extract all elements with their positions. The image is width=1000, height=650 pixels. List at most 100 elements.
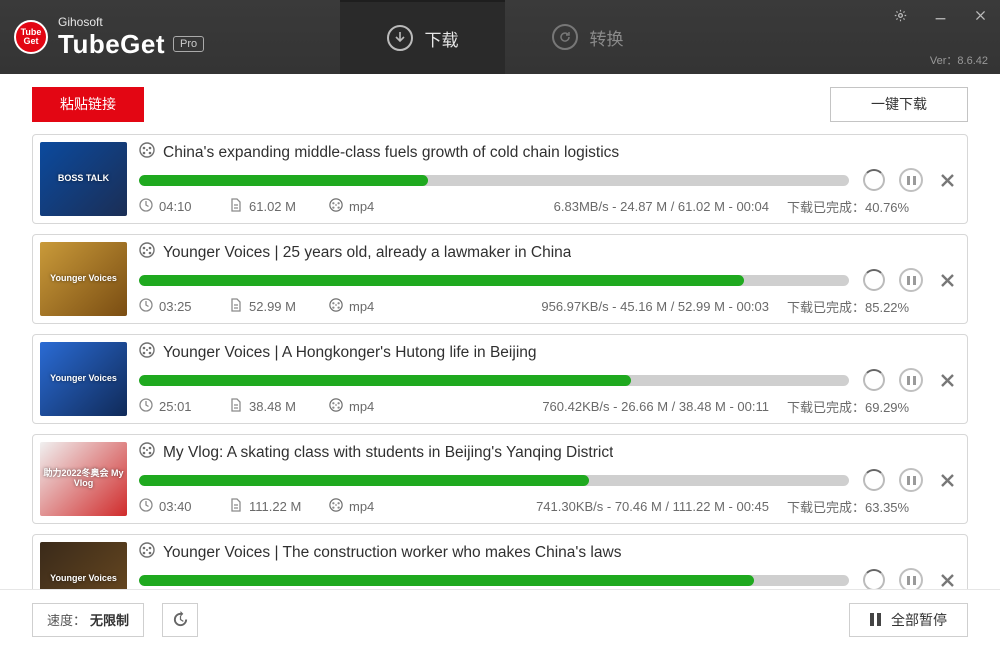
remove-item-button[interactable] bbox=[937, 270, 957, 290]
pause-all-button[interactable]: 全部暂停 bbox=[849, 603, 968, 637]
paste-link-button[interactable]: 粘贴链接 bbox=[32, 87, 144, 122]
video-title: Younger Voices | A Hongkonger's Hutong l… bbox=[163, 344, 537, 362]
video-title: Younger Voices | 25 years old, already a… bbox=[163, 244, 571, 262]
pause-item-button[interactable] bbox=[899, 468, 923, 492]
transfer-stats: 741.30KB/s - 70.46 M / 111.22 M - 00:45 bbox=[409, 499, 787, 514]
file-icon bbox=[229, 298, 243, 315]
progress-bar bbox=[139, 475, 849, 486]
file-size: 52.99 M bbox=[249, 299, 296, 314]
duration: 04:10 bbox=[159, 199, 192, 214]
progress-bar bbox=[139, 575, 849, 586]
clock-icon bbox=[139, 298, 153, 315]
settings-button[interactable] bbox=[880, 0, 920, 30]
video-thumbnail[interactable]: Younger Voices bbox=[40, 242, 127, 316]
progress-bar bbox=[139, 375, 849, 386]
tab-download-label: 下载 bbox=[425, 26, 459, 51]
pro-badge: Pro bbox=[173, 36, 204, 52]
video-thumbnail[interactable]: BOSS TALK bbox=[40, 142, 127, 216]
transfer-stats: 6.83MB/s - 24.87 M / 61.02 M - 00:04 bbox=[409, 199, 787, 214]
toolbar: 粘贴链接 一键下载 bbox=[0, 74, 1000, 134]
pause-item-button[interactable] bbox=[899, 268, 923, 292]
video-title: Younger Voices | The construction worker… bbox=[163, 544, 621, 562]
close-window-button[interactable] bbox=[960, 0, 1000, 30]
brand-subtitle: Gihosoft bbox=[58, 15, 204, 29]
loading-spinner-icon bbox=[863, 469, 885, 491]
download-icon bbox=[387, 25, 413, 51]
clock-icon bbox=[139, 198, 153, 215]
version-label: Ver：8.6.42 bbox=[930, 52, 988, 68]
loading-spinner-icon bbox=[863, 369, 885, 391]
download-status: 下载已完成：40.76% bbox=[787, 197, 957, 216]
brand-block: TubeGet Gihosoft TubeGet Pro bbox=[0, 0, 340, 74]
pause-icon bbox=[870, 613, 881, 626]
one-click-download-button[interactable]: 一键下载 bbox=[830, 87, 968, 122]
tab-download[interactable]: 下载 bbox=[340, 0, 505, 74]
film-reel-icon bbox=[139, 542, 155, 563]
file-format: mp4 bbox=[349, 499, 374, 514]
file-format: mp4 bbox=[349, 199, 374, 214]
speed-value: 无限制 bbox=[90, 610, 129, 629]
loading-spinner-icon bbox=[863, 569, 885, 589]
pause-item-button[interactable] bbox=[899, 568, 923, 589]
video-title: My Vlog: A skating class with students i… bbox=[163, 444, 613, 462]
pause-all-label: 全部暂停 bbox=[891, 610, 947, 630]
file-format: mp4 bbox=[349, 399, 374, 414]
download-item: Younger Voices Younger Voices | The const… bbox=[32, 534, 968, 589]
video-title: China's expanding middle-class fuels gro… bbox=[163, 144, 619, 162]
download-item: 助力2022冬奥会 My Vlog My Vlog: A skating clas… bbox=[32, 434, 968, 524]
footer: 速度： 无限制 全部暂停 bbox=[0, 589, 1000, 649]
film-reel-icon bbox=[329, 398, 343, 415]
minimize-button[interactable] bbox=[920, 0, 960, 30]
progress-bar bbox=[139, 175, 849, 186]
download-item: Younger Voices Younger Voices | A Hongkon… bbox=[32, 334, 968, 424]
video-thumbnail[interactable]: Younger Voices bbox=[40, 342, 127, 416]
duration: 03:40 bbox=[159, 499, 192, 514]
film-reel-icon bbox=[329, 498, 343, 515]
refresh-icon bbox=[552, 24, 578, 50]
video-thumbnail[interactable]: 助力2022冬奥会 My Vlog bbox=[40, 442, 127, 516]
download-status: 下载已完成：69.29% bbox=[787, 397, 957, 416]
speed-label: 速度： bbox=[47, 610, 86, 629]
progress-bar bbox=[139, 275, 849, 286]
download-status: 下载已完成：63.35% bbox=[787, 497, 957, 516]
remove-item-button[interactable] bbox=[937, 170, 957, 190]
remove-item-button[interactable] bbox=[937, 570, 957, 589]
film-reel-icon bbox=[139, 342, 155, 363]
file-icon bbox=[229, 398, 243, 415]
transfer-stats: 760.42KB/s - 26.66 M / 38.48 M - 00:11 bbox=[409, 399, 787, 414]
file-size: 61.02 M bbox=[249, 199, 296, 214]
tab-convert[interactable]: 转换 bbox=[505, 0, 670, 74]
file-icon bbox=[229, 198, 243, 215]
loading-spinner-icon bbox=[863, 269, 885, 291]
history-button[interactable] bbox=[162, 603, 198, 637]
window-controls bbox=[880, 0, 1000, 30]
pause-item-button[interactable] bbox=[899, 168, 923, 192]
transfer-stats: 956.97KB/s - 45.16 M / 52.99 M - 00:03 bbox=[409, 299, 787, 314]
loading-spinner-icon bbox=[863, 169, 885, 191]
film-reel-icon bbox=[139, 442, 155, 463]
download-item: BOSS TALK China's expanding middle-class … bbox=[32, 134, 968, 224]
file-icon bbox=[229, 498, 243, 515]
download-status: 下载已完成：85.22% bbox=[787, 297, 957, 316]
remove-item-button[interactable] bbox=[937, 470, 957, 490]
clock-icon bbox=[139, 498, 153, 515]
brand-title: TubeGet bbox=[58, 29, 165, 60]
duration: 25:01 bbox=[159, 399, 192, 414]
clock-icon bbox=[139, 398, 153, 415]
download-item: Younger Voices Younger Voices | 25 years … bbox=[32, 234, 968, 324]
app-logo-icon: TubeGet bbox=[14, 20, 48, 54]
app-header: TubeGet Gihosoft TubeGet Pro 下载 转换 Ver：8… bbox=[0, 0, 1000, 74]
file-size: 111.22 M bbox=[249, 499, 301, 514]
file-format: mp4 bbox=[349, 299, 374, 314]
pause-item-button[interactable] bbox=[899, 368, 923, 392]
film-reel-icon bbox=[139, 242, 155, 263]
tab-convert-label: 转换 bbox=[590, 25, 624, 50]
download-list[interactable]: BOSS TALK China's expanding middle-class … bbox=[0, 134, 1000, 589]
video-thumbnail[interactable]: Younger Voices bbox=[40, 542, 127, 589]
duration: 03:25 bbox=[159, 299, 192, 314]
speed-limit-box[interactable]: 速度： 无限制 bbox=[32, 603, 144, 637]
film-reel-icon bbox=[329, 298, 343, 315]
file-size: 38.48 M bbox=[249, 399, 296, 414]
film-reel-icon bbox=[329, 198, 343, 215]
remove-item-button[interactable] bbox=[937, 370, 957, 390]
